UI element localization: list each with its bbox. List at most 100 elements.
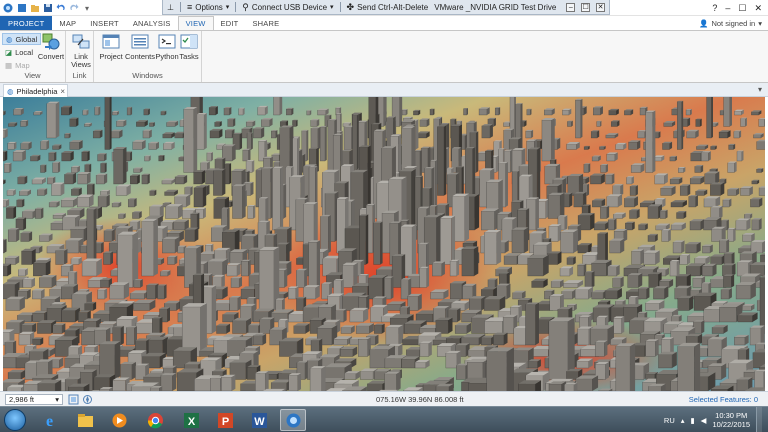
building-side [248,148,251,161]
building-front [417,133,427,139]
building-side [720,182,725,196]
map-label: Map [15,60,30,70]
excel-icon: X [183,412,199,428]
taskbar-powerpoint[interactable]: P [212,409,238,431]
language-indicator[interactable]: RU [664,416,675,425]
building-side [147,173,150,184]
tab-project[interactable]: PROJECT [0,16,53,30]
selected-features[interactable]: Selected Features: 0 [689,395,758,404]
tab-analysis[interactable]: ANALYSIS [126,16,178,30]
tab-view[interactable]: VIEW [177,16,214,30]
taskbar-ie[interactable]: e [36,409,62,431]
building-front [19,191,29,196]
taskbar-word[interactable]: W [246,409,272,431]
help-button[interactable]: ? [712,3,717,13]
close-button[interactable]: ✕ [754,3,762,14]
building-side [215,106,218,115]
taskbar-excel[interactable]: X [178,409,204,431]
building-front [384,277,392,300]
building-front [309,368,322,391]
building-front [160,271,169,277]
building-side [731,252,735,265]
building-front [142,130,150,139]
save-icon[interactable] [42,2,54,14]
local-label: Local [15,47,34,57]
system-tray: RU ▴ ▮ ◀ 10:30 PM 10/22/2015 [664,407,768,432]
python-button[interactable]: Python [155,33,179,61]
redo-icon[interactable] [68,2,80,14]
new-project-icon[interactable] [16,2,28,14]
view-tab-close-button[interactable]: × [60,87,65,96]
taskbar-arcgis-pro[interactable] [280,409,306,431]
tasks-button[interactable]: Tasks [178,33,200,61]
taskbar-media-player[interactable] [106,409,132,431]
view-tab-philadelphia[interactable]: ◍ Philadelphia × [3,84,68,97]
tab-share[interactable]: SHARE [245,16,286,30]
maximize-button[interactable]: ☐ [738,3,746,14]
building-front [627,275,639,288]
building-front [670,224,683,231]
send-cad-button[interactable]: ✤ Send Ctrl-Alt-Delete [347,2,429,13]
chevron-down-icon[interactable]: ▾ [758,85,762,94]
scale-selector[interactable]: 2,986 ft ▾ [5,394,63,405]
connect-usb-menu[interactable]: ⚲ Connect USB Device ▾ [242,2,333,13]
contents-pane-button[interactable]: Contents [125,33,155,61]
building-front [547,195,561,219]
building-front [52,325,63,334]
building-side [631,176,634,184]
building-front [97,154,105,162]
qat-customize-icon[interactable]: ▾ [81,2,93,14]
building-side [9,162,12,173]
scene-view-canvas[interactable] [3,97,765,391]
building-front [696,146,706,150]
map-button[interactable]: ▦ Map [2,59,33,71]
global-button[interactable]: ◍ Global [2,33,42,45]
building-front [310,128,319,150]
full-extent-icon[interactable] [68,394,79,405]
building-front [384,358,402,369]
minimize-button[interactable]: – [725,3,730,13]
building-front [577,264,585,277]
sign-in-status[interactable]: 👤 Not signed in ▾ [699,16,768,30]
building-front [112,111,118,116]
vm-minimize-button[interactable]: – [566,2,576,12]
tray-chevron-up-icon[interactable]: ▴ [681,416,685,425]
local-button[interactable]: ◪ Local [2,46,36,58]
show-desktop-button[interactable] [756,407,762,432]
vm-close-button[interactable]: ✕ [596,2,606,12]
volume-icon[interactable]: ◀ [701,416,707,425]
open-project-icon[interactable] [29,2,41,14]
building-side [406,109,408,115]
building-front [61,310,76,323]
building-front [343,126,352,150]
building-front [722,265,733,277]
tab-edit[interactable]: EDIT [214,16,246,30]
start-button[interactable] [4,409,26,431]
project-pane-button[interactable]: Project [98,33,124,61]
link-views-button[interactable]: Link Views [69,33,93,69]
clock[interactable]: 10:30 PM 10/22/2015 [712,411,750,429]
building-front [174,176,185,185]
navigator-icon[interactable] [82,394,93,405]
tab-map[interactable]: MAP [52,16,83,30]
building-side [605,361,609,380]
city-3d-scene[interactable] [3,97,765,391]
building-front [20,232,30,242]
building-side [87,172,91,184]
building-side [711,97,713,138]
undo-icon[interactable] [55,2,67,14]
taskbar-explorer[interactable] [72,409,98,431]
vm-options-menu[interactable]: ≡ Options ▾ [187,2,229,12]
network-icon[interactable]: ▮ [691,416,695,425]
taskbar-chrome[interactable] [142,409,168,431]
convert-button[interactable]: Convert [38,33,64,61]
pin-icon[interactable]: ⊥ [167,3,174,12]
building-front [502,316,514,334]
tab-insert[interactable]: INSERT [83,16,126,30]
building-front [225,130,233,139]
building-front [461,248,475,277]
building-front [6,207,14,219]
building-side [701,320,705,334]
building-front [173,221,186,231]
vm-maximize-button[interactable]: ☐ [581,2,591,12]
